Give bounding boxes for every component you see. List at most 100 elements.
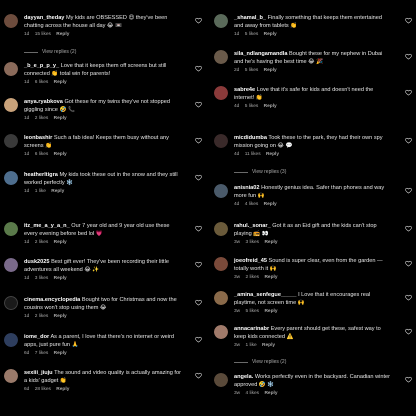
heart-outline-icon[interactable] bbox=[405, 225, 412, 232]
heart-outline-icon[interactable] bbox=[405, 376, 412, 383]
avatar[interactable] bbox=[214, 257, 228, 271]
comment-username[interactable]: cinema.encyclopedia bbox=[24, 297, 80, 303]
comment-username[interactable]: angela. bbox=[234, 374, 253, 380]
comment-username[interactable]: anisnia02 bbox=[234, 185, 260, 191]
comment-username[interactable]: leonbashir bbox=[24, 135, 52, 141]
avatar[interactable] bbox=[4, 171, 18, 185]
comment-likes[interactable]: 6 likes bbox=[35, 152, 49, 157]
avatar[interactable] bbox=[4, 14, 18, 28]
comment-username[interactable]: iome_dor bbox=[24, 334, 49, 340]
reply-button[interactable]: Reply bbox=[54, 276, 67, 281]
heart-outline-icon[interactable] bbox=[195, 225, 202, 232]
reply-button[interactable]: Reply bbox=[266, 152, 279, 157]
avatar[interactable] bbox=[214, 373, 228, 387]
heart-outline-icon[interactable] bbox=[195, 65, 202, 72]
comment-likes[interactable]: 11 likes bbox=[245, 152, 261, 157]
reply-button[interactable]: Reply bbox=[264, 68, 277, 73]
comment-username[interactable]: annacarinabr bbox=[234, 326, 269, 332]
heart-outline-icon[interactable] bbox=[405, 328, 412, 335]
avatar[interactable] bbox=[214, 14, 228, 28]
heart-outline-icon[interactable] bbox=[405, 294, 412, 301]
avatar[interactable] bbox=[4, 296, 18, 310]
avatar[interactable] bbox=[214, 325, 228, 339]
avatar[interactable] bbox=[4, 98, 18, 112]
comment-username[interactable]: _b_e_p_p_y_ bbox=[24, 63, 59, 69]
avatar[interactable] bbox=[214, 134, 228, 148]
heart-outline-icon[interactable] bbox=[195, 17, 202, 24]
comment-username[interactable]: sabre4e bbox=[234, 87, 255, 93]
comment-likes[interactable]: 2 likes bbox=[245, 275, 259, 280]
reply-button[interactable]: Reply bbox=[56, 32, 69, 37]
comment-likes[interactable]: 7 likes bbox=[35, 351, 49, 356]
heart-outline-icon[interactable] bbox=[405, 53, 412, 60]
avatar[interactable] bbox=[4, 369, 18, 383]
comment-likes[interactable]: 4 likes bbox=[245, 391, 259, 396]
heart-outline-icon[interactable] bbox=[405, 17, 412, 24]
comment-likes[interactable]: 4 likes bbox=[245, 202, 259, 207]
reply-button[interactable]: Reply bbox=[54, 152, 67, 157]
comment-username[interactable]: _amina_senfegue_____ bbox=[234, 292, 297, 298]
heart-outline-icon[interactable] bbox=[195, 299, 202, 306]
comment-likes[interactable]: 5 likes bbox=[245, 309, 259, 314]
reply-button[interactable]: Reply bbox=[262, 343, 275, 348]
avatar[interactable] bbox=[4, 62, 18, 76]
reply-button[interactable]: Reply bbox=[54, 314, 67, 319]
reply-button[interactable]: Reply bbox=[51, 189, 64, 194]
comment-likes[interactable]: 2 likes bbox=[35, 314, 49, 319]
comment-likes[interactable]: 2 likes bbox=[35, 240, 49, 245]
reply-button[interactable]: Reply bbox=[264, 240, 277, 245]
heart-outline-icon[interactable] bbox=[195, 336, 202, 343]
heart-outline-icon[interactable] bbox=[405, 260, 412, 267]
comment-username[interactable]: dusk2025 bbox=[24, 259, 50, 265]
comment-likes[interactable]: 1 like bbox=[35, 189, 46, 194]
reply-button[interactable]: Reply bbox=[54, 116, 67, 121]
comment-likes[interactable]: 15 likes bbox=[35, 32, 51, 37]
reply-button[interactable]: Reply bbox=[54, 80, 67, 85]
comment-likes[interactable]: 6 likes bbox=[35, 80, 49, 85]
comment-username[interactable]: heatherltigra bbox=[24, 172, 58, 178]
reply-button[interactable]: Reply bbox=[264, 104, 277, 109]
comment-username[interactable]: sexiii_jiuju bbox=[24, 370, 53, 376]
heart-outline-icon[interactable] bbox=[405, 187, 412, 194]
comment-likes[interactable]: 5 likes bbox=[245, 68, 259, 73]
heart-outline-icon[interactable] bbox=[405, 89, 412, 96]
heart-outline-icon[interactable] bbox=[195, 372, 202, 379]
reply-button[interactable]: Reply bbox=[54, 240, 67, 245]
avatar[interactable] bbox=[4, 222, 18, 236]
comment-username[interactable]: joeofreid_45 bbox=[234, 258, 267, 264]
comment-likes[interactable]: 28 likes bbox=[35, 387, 51, 392]
avatar[interactable] bbox=[214, 291, 228, 305]
avatar[interactable] bbox=[4, 258, 18, 272]
reply-button[interactable]: Reply bbox=[264, 309, 277, 314]
avatar[interactable] bbox=[214, 50, 228, 64]
avatar[interactable] bbox=[214, 86, 228, 100]
heart-outline-icon[interactable] bbox=[195, 261, 202, 268]
avatar[interactable] bbox=[214, 222, 228, 236]
comment-likes[interactable]: 5 likes bbox=[245, 104, 259, 109]
heart-outline-icon[interactable] bbox=[195, 174, 202, 181]
reply-button[interactable]: Reply bbox=[264, 275, 277, 280]
comment-username[interactable]: anya.ryabkova bbox=[24, 99, 63, 105]
comment-likes[interactable]: 2 likes bbox=[35, 116, 49, 121]
view-replies-button[interactable]: View replies (3) bbox=[234, 169, 286, 175]
comment-likes[interactable]: 1 like bbox=[245, 343, 256, 348]
avatar[interactable] bbox=[4, 134, 18, 148]
avatar[interactable] bbox=[4, 333, 18, 347]
reply-button[interactable]: Reply bbox=[264, 391, 277, 396]
heart-outline-icon[interactable] bbox=[405, 137, 412, 144]
heart-outline-icon[interactable] bbox=[195, 101, 202, 108]
comment-likes[interactable]: 3 likes bbox=[35, 276, 49, 281]
reply-button[interactable]: Reply bbox=[264, 32, 277, 37]
comment-likes[interactable]: 5 likes bbox=[245, 32, 259, 37]
comment-username[interactable]: rahul._sonar_ bbox=[234, 223, 271, 229]
comment-username[interactable]: _shamal_b_ bbox=[234, 15, 266, 21]
reply-button[interactable]: Reply bbox=[264, 202, 277, 207]
comment-username[interactable]: sila_ndlangamandla bbox=[234, 51, 287, 57]
comment-likes[interactable]: 3 likes bbox=[245, 240, 259, 245]
view-replies-button[interactable]: View replies (2) bbox=[24, 49, 76, 55]
comment-username[interactable]: dayyan_theday bbox=[24, 15, 64, 21]
reply-button[interactable]: Reply bbox=[56, 387, 69, 392]
comment-username[interactable]: micdidumba bbox=[234, 135, 267, 141]
comment-username[interactable]: itz_me_a_y_a_n_ bbox=[24, 223, 70, 229]
avatar[interactable] bbox=[214, 184, 228, 198]
